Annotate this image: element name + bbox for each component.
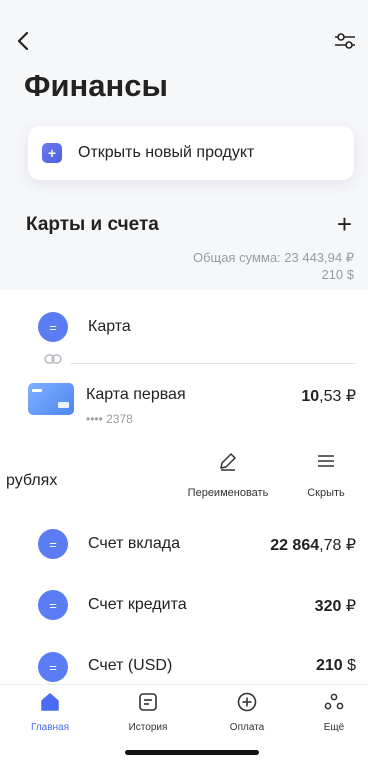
account-label: Счет кредита — [88, 596, 187, 613]
plus-square-icon: + — [42, 143, 62, 163]
add-account-button[interactable]: + — [337, 211, 352, 237]
card-amount: 10,53 ₽ — [301, 386, 356, 406]
page-title: Финансы — [24, 68, 168, 103]
account-amount-int: 22 864 — [270, 537, 320, 554]
rename-label: Переименовать — [187, 487, 269, 499]
card-group-label: Карта — [88, 318, 131, 335]
tab-home-label: Главная — [30, 722, 70, 733]
total-sum-usd: 210 $ — [321, 267, 354, 282]
card-number: •••• 2378 — [86, 412, 133, 426]
account-amount-frac: ₽ — [341, 598, 356, 615]
menu-lines-icon — [318, 455, 334, 467]
account-label: Счет вклада — [88, 535, 180, 552]
credit-account-icon: = — [38, 590, 68, 620]
card-group-icon: = — [38, 312, 68, 342]
deposit-account-icon: = — [38, 529, 68, 559]
card-thumbnail — [28, 383, 74, 415]
tab-more[interactable]: Ещё — [300, 691, 368, 733]
hide-label: Скрыть — [307, 487, 345, 499]
accounts-list: = Карта Карта первая •••• 2378 10,53 ₽ р… — [0, 290, 368, 684]
home-icon — [41, 693, 59, 711]
top-bar — [0, 0, 368, 70]
card-amount-frac: ,53 ₽ — [319, 388, 356, 405]
tab-history-label: История — [128, 722, 168, 733]
rename-button[interactable]: Переименовать — [180, 450, 276, 499]
account-amount: 320 ₽ — [315, 596, 356, 616]
sliders-icon — [335, 33, 355, 49]
usd-account-icon: = — [38, 652, 68, 682]
account-label: Счет (USD) — [88, 657, 173, 674]
account-amount-int: 210 — [315, 657, 343, 674]
tab-more-label: Ещё — [323, 722, 345, 733]
home-indicator — [125, 750, 259, 755]
chevron-left-icon — [17, 31, 29, 51]
currency-label: рублях — [6, 472, 58, 489]
tab-history[interactable]: История — [114, 691, 182, 733]
swipe-actions-row: рублях Переименовать Скрыть — [0, 448, 368, 508]
tab-home[interactable]: Главная — [16, 691, 84, 733]
divider — [70, 363, 356, 364]
link-icon — [44, 354, 62, 364]
filter-button[interactable] — [332, 28, 358, 54]
card-name: Карта первая — [86, 386, 186, 403]
history-icon — [139, 693, 157, 711]
account-amount-frac: ,78 ₽ — [319, 537, 356, 554]
open-new-product-button[interactable]: + Открыть новый продукт — [28, 126, 354, 180]
more-icon — [324, 693, 344, 710]
tab-payment-label: Оплата — [229, 722, 265, 733]
tab-payment[interactable]: Оплата — [213, 691, 281, 733]
back-button[interactable] — [12, 28, 38, 54]
hide-button[interactable]: Скрыть — [300, 450, 352, 499]
account-amount-frac: $ — [342, 657, 356, 674]
pencil-icon — [220, 453, 236, 471]
open-new-product-label: Открыть новый продукт — [78, 144, 255, 161]
plus-circle-icon — [237, 692, 257, 712]
section-title: Карты и счета — [26, 214, 159, 235]
account-amount: 210 $ — [316, 657, 356, 675]
account-amount-int: 320 — [314, 598, 342, 615]
card-amount-int: 10 — [301, 388, 320, 405]
account-amount: 22 864,78 ₽ — [270, 535, 356, 555]
total-sum-rub: Общая сумма: 23 443,94 ₽ — [192, 250, 354, 265]
